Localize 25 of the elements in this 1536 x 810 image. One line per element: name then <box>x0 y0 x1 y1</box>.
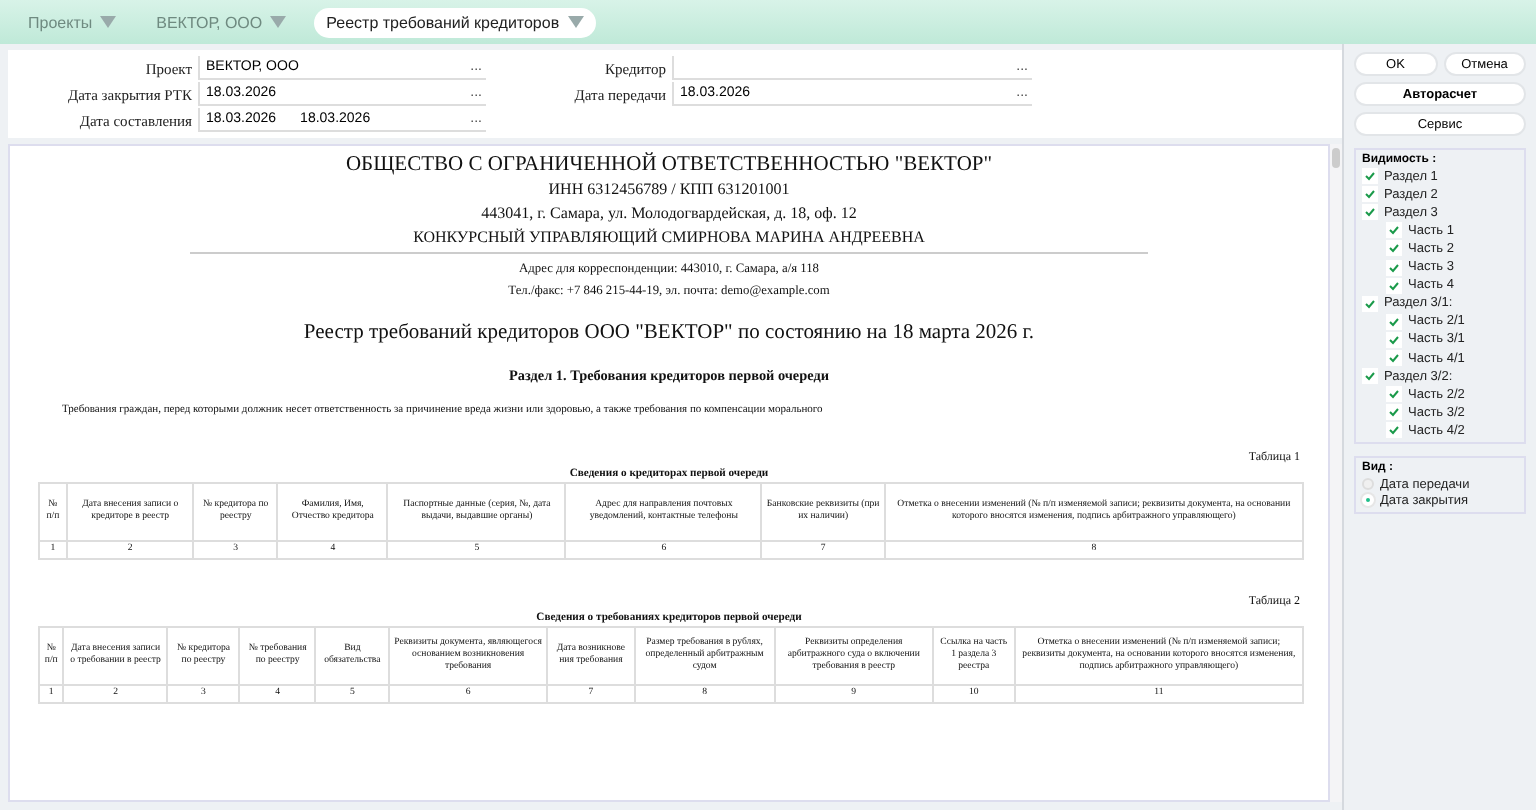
caret-icon <box>100 16 117 28</box>
checkbox[interactable] <box>1386 259 1402 276</box>
checkbox[interactable] <box>1386 331 1402 348</box>
checkbox[interactable] <box>1386 350 1402 367</box>
caret-icon <box>567 16 584 28</box>
checkbox[interactable] <box>1362 368 1378 385</box>
header-line: 443041, г. Самара, ул. Молодогвардейская, д. 18, оф. 12 <box>479 202 859 226</box>
caret-icon <box>270 16 287 28</box>
breadcrumb-tab[interactable]: Реестр требований кредиторов <box>314 7 596 37</box>
checkbox[interactable] <box>1362 186 1378 203</box>
checkbox[interactable] <box>1386 404 1402 421</box>
scrollbar[interactable] <box>1330 144 1342 802</box>
checkbox[interactable] <box>1362 204 1378 221</box>
checkbox[interactable] <box>1362 168 1378 185</box>
header-line: ИНН 6312456789 / КПП 631201001 <box>546 178 792 202</box>
checkbox[interactable] <box>1386 386 1402 403</box>
checkbox[interactable] <box>1386 222 1402 239</box>
document-title: Реестр требований кредиторов ООО "ВЕКТОР" по состоянию на 18 марта 2026 г. <box>301 322 1037 344</box>
checkbox[interactable] <box>1386 422 1402 439</box>
organization-name: ОБЩЕСТВО С ОГРАНИЧЕННОЙ ОТВЕТСТВЕННОСТЬЮ "ВЕКТОР" <box>343 152 995 178</box>
checkbox[interactable] <box>1386 240 1402 257</box>
checkbox[interactable] <box>1386 313 1402 330</box>
checkbox[interactable] <box>1362 295 1378 312</box>
header-line: КОНКУРСНЫЙ УПРАВЛЯЮЩИЙ СМИРНОВА МАРИНА АНДРЕЕВНА <box>411 226 927 250</box>
checkbox[interactable] <box>1386 277 1402 294</box>
